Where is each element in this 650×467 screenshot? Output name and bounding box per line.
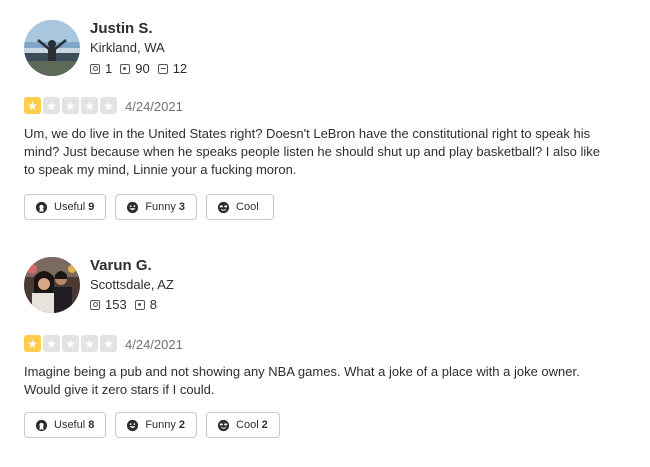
cool-label: Cool bbox=[236, 201, 259, 213]
friends-stat: 153 bbox=[90, 297, 127, 312]
cool-icon bbox=[217, 201, 230, 213]
star-icon: ★ bbox=[81, 335, 98, 352]
review-count-icon bbox=[120, 63, 131, 74]
review-text: Um, we do live in the United States righ… bbox=[24, 125, 604, 179]
funny-button[interactable]: Funny 3 bbox=[115, 194, 198, 220]
review-count-stat: 8 bbox=[134, 297, 157, 312]
star-icon: ★ bbox=[100, 335, 117, 352]
photo-count: 12 bbox=[172, 61, 188, 76]
vote-buttons: Useful 9 Funny 3 Cool bbox=[24, 194, 283, 220]
cool-button[interactable]: Cool bbox=[206, 194, 274, 220]
user-avatar[interactable] bbox=[24, 257, 80, 313]
useful-count: 8 bbox=[88, 419, 95, 431]
star-icon: ★ bbox=[24, 335, 41, 352]
star-rating: ★ ★ ★ ★ ★ bbox=[24, 97, 119, 114]
useful-button[interactable]: Useful 8 bbox=[24, 412, 107, 438]
vote-buttons: Useful 8 Funny 2 Cool 2 bbox=[24, 412, 289, 438]
funny-button[interactable]: Funny 2 bbox=[115, 412, 198, 438]
friends-icon bbox=[90, 63, 100, 74]
useful-icon bbox=[35, 419, 48, 431]
review-date: 4/24/2021 bbox=[125, 337, 183, 352]
useful-count: 9 bbox=[88, 201, 95, 213]
cool-icon bbox=[217, 419, 230, 431]
user-avatar[interactable] bbox=[24, 20, 80, 76]
photo-count-icon bbox=[157, 63, 168, 74]
photo-count-stat: 12 bbox=[157, 61, 188, 76]
funny-count: 3 bbox=[178, 201, 186, 213]
review-card: Varun G. Scottsdale, AZ 153 8 ★ ★ ★ ★ ★ … bbox=[0, 235, 650, 467]
friends-count: 153 bbox=[105, 297, 127, 312]
funny-label: Funny bbox=[145, 419, 176, 431]
review-count-stat: 90 bbox=[120, 61, 150, 76]
review-count: 8 bbox=[149, 297, 157, 312]
useful-label: Useful bbox=[54, 419, 86, 431]
funny-label: Funny bbox=[145, 201, 176, 213]
user-stats: 153 8 bbox=[90, 297, 165, 312]
review-date: 4/24/2021 bbox=[125, 99, 183, 114]
funny-icon bbox=[127, 419, 139, 431]
star-icon: ★ bbox=[43, 335, 60, 352]
funny-count: 2 bbox=[178, 419, 186, 431]
user-location: Kirkland, WA bbox=[90, 40, 165, 55]
review-card: Justin S. Kirkland, WA 1 90 12 ★ ★ ★ ★ ★… bbox=[0, 0, 650, 235]
user-location: Scottsdale, AZ bbox=[90, 277, 174, 292]
useful-icon bbox=[35, 201, 48, 213]
review-text: Imagine being a pub and not showing any … bbox=[24, 363, 604, 399]
useful-button[interactable]: Useful 9 bbox=[24, 194, 107, 220]
review-count-icon bbox=[134, 299, 145, 310]
star-rating: ★ ★ ★ ★ ★ bbox=[24, 335, 119, 352]
useful-label: Useful bbox=[54, 201, 86, 213]
cool-button[interactable]: Cool 2 bbox=[206, 412, 280, 438]
review-text-line: Would give it zero stars if I could. bbox=[24, 382, 215, 397]
star-icon: ★ bbox=[81, 97, 98, 114]
star-icon: ★ bbox=[100, 97, 117, 114]
review-text-line: to speak my mind, Linnie your a fucking … bbox=[24, 162, 297, 177]
user-name[interactable]: Justin S. bbox=[90, 20, 153, 37]
review-count: 90 bbox=[135, 61, 150, 76]
star-icon: ★ bbox=[62, 335, 79, 352]
friends-stat: 1 bbox=[90, 61, 112, 76]
review-text-line: Imagine being a pub and not showing any … bbox=[24, 364, 580, 379]
friends-count: 1 bbox=[105, 61, 113, 76]
friends-icon bbox=[90, 299, 100, 310]
cool-count: 2 bbox=[261, 419, 268, 431]
star-icon: ★ bbox=[24, 97, 41, 114]
funny-icon bbox=[127, 201, 139, 213]
star-icon: ★ bbox=[43, 97, 60, 114]
review-text-line: mind? Just because when he speaks people… bbox=[24, 144, 600, 159]
star-icon: ★ bbox=[62, 97, 79, 114]
cool-label: Cool bbox=[236, 419, 259, 431]
user-name[interactable]: Varun G. bbox=[90, 257, 152, 274]
review-text-line: Um, we do live in the United States righ… bbox=[24, 126, 591, 141]
user-stats: 1 90 12 bbox=[90, 61, 195, 76]
